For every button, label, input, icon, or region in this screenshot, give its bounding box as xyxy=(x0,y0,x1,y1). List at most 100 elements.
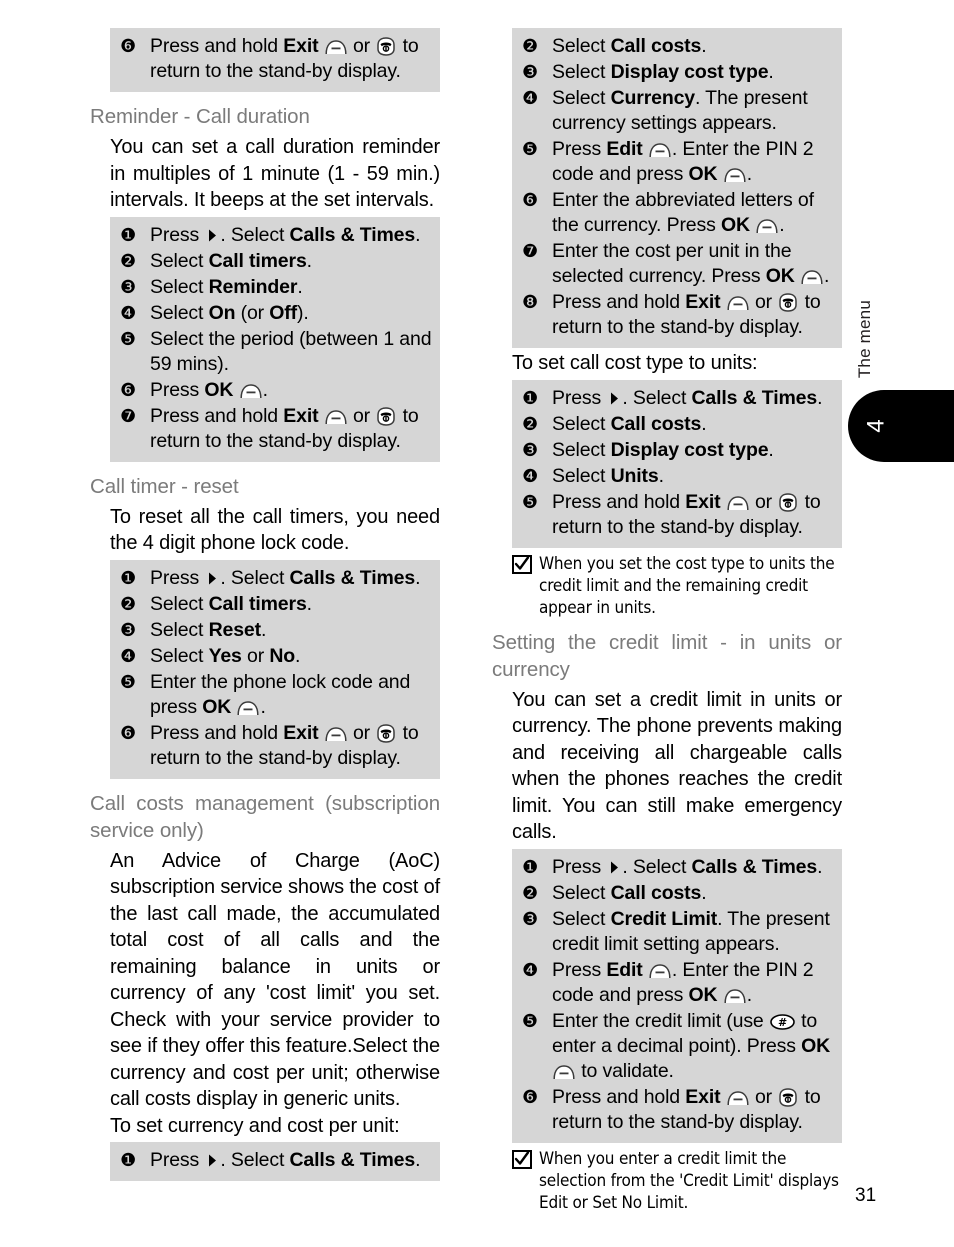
step-number-icon: ❸ xyxy=(522,62,538,83)
hash-key-icon: # xyxy=(770,1012,795,1030)
step-item: ❺ Press and hold Exit or to return to the… xyxy=(520,490,834,540)
step-number-icon: ❶ xyxy=(120,567,136,589)
step-number-icon: ❻ xyxy=(522,1086,538,1108)
step-number-icon: ❷ xyxy=(120,593,136,615)
step-item: ❺ Press Edit . Enter the PIN 2 code and p… xyxy=(520,137,834,187)
step-text: Select Display cost type. xyxy=(552,438,774,461)
step-item: ❹ Select On (or Off). xyxy=(118,301,432,326)
softkey-icon xyxy=(325,724,347,741)
step-number-icon: ❷ xyxy=(522,36,538,57)
step-text: Select Reminder. xyxy=(150,275,303,298)
step-item: ❸ Select Credit Limit. The present credit… xyxy=(520,907,834,957)
step-item: ❸ Select Reset. xyxy=(118,618,432,643)
step-text: Press and hold Exit or to return to the … xyxy=(552,490,821,538)
step-list-credit-limit: ❶ Press . Select Calls & Times. ❷ Select Ca… xyxy=(512,848,842,1143)
step-text: Press . Select Calls & Times. xyxy=(150,223,421,246)
step-item: ❻ Enter the abbreviated letters of the cu… xyxy=(520,188,834,238)
note-units: When you set the cost type to units the … xyxy=(512,553,842,619)
step-item: ❶ Press . Select Calls & Times. xyxy=(118,566,432,591)
step-text: Press and hold Exit or to return to the … xyxy=(552,291,821,338)
step-number-icon: ❸ xyxy=(522,908,538,930)
step-text: Press and hold Exit or to return to the … xyxy=(150,721,419,769)
step-list-units: ❶ Press . Select Calls & Times. ❷ Select Ca… xyxy=(512,379,842,548)
step-text: Select Call timers. xyxy=(150,249,312,272)
softkey-icon xyxy=(240,381,262,398)
step-text: Press and hold Exit or to return to the … xyxy=(150,404,419,452)
step-text: Enter the abbreviated letters of the cur… xyxy=(552,189,814,236)
step-number-icon: ❹ xyxy=(522,959,538,981)
step-text: Select Call costs. xyxy=(552,881,707,904)
step-text: Select Reset. xyxy=(150,618,267,641)
step-item: ❹ Select Currency. The present currency s… xyxy=(520,86,834,136)
softkey-icon xyxy=(325,37,347,55)
step-list: ❶ Press . Select Calls & Times. ❷ Select Ca… xyxy=(110,216,440,462)
section-paragraph: An Advice of Charge (AoC) subscription s… xyxy=(110,849,441,1111)
step-item: ❷ Select Call timers. xyxy=(118,592,432,617)
step-item: ❺ Enter the phone lock code and press OK … xyxy=(118,670,432,720)
step-number-icon: ❻ xyxy=(522,190,538,211)
right-arrow-key-icon xyxy=(207,1150,218,1167)
step-number-icon: ❶ xyxy=(120,1150,136,1171)
softkey-icon xyxy=(801,267,823,285)
step-item: ❹ Select Units. xyxy=(520,464,834,489)
step-number-icon: ❷ xyxy=(120,250,136,272)
step-text: Press . Select Calls & Times. xyxy=(552,855,823,878)
step-number-icon: ❺ xyxy=(120,328,136,350)
step-text: Press Edit . Enter the PIN 2 code and pr… xyxy=(552,958,814,1006)
section-call-timer-reset: Call timer - reset To reset all the call… xyxy=(88,473,440,779)
section-heading: Call timer - reset xyxy=(90,474,239,498)
softkey-icon xyxy=(237,698,259,715)
softkey-icon xyxy=(756,216,778,234)
step-item: ❻ Press OK . xyxy=(118,378,432,403)
end-call-key-icon xyxy=(376,723,396,743)
step-text: Select Display cost type. xyxy=(552,61,774,83)
step-item: ❹ Select Yes or No. xyxy=(118,644,432,669)
step-item: ❺ Select the period (between 1 and 59 min… xyxy=(118,327,432,377)
note-text: When you set the cost type to units the … xyxy=(539,553,835,618)
step-text: Select Units. xyxy=(552,464,664,487)
step-number-icon: ❺ xyxy=(522,139,538,160)
step-number-icon: ❽ xyxy=(522,292,538,313)
step-text: Press . Select Calls & Times. xyxy=(150,566,421,589)
chapter-tab-number: 4 xyxy=(862,419,890,433)
step-text: Select Credit Limit. The present credit … xyxy=(552,907,830,955)
step-item: ❻ Press and hold Exit or to return to the… xyxy=(520,1085,834,1135)
softkey-icon xyxy=(325,407,347,424)
step-text: Select Call timers. xyxy=(150,592,312,615)
section-paragraph: You can set a credit limit in units or c… xyxy=(512,688,842,844)
step-item: ❸ Select Display cost type. xyxy=(520,60,834,85)
end-call-key-icon xyxy=(778,293,798,312)
step-item: ❷ Select Call costs. xyxy=(520,881,834,906)
softkey-icon xyxy=(724,986,746,1003)
softkey-icon xyxy=(727,493,749,510)
step-list: ❶ Press . Select Calls & Times. ❷ Select Ca… xyxy=(110,559,440,779)
step-number-icon: ❸ xyxy=(522,439,538,461)
left-column: ❻ Press and hold Exit or to return to the… xyxy=(88,28,440,1181)
step-item: ❼ Press and hold Exit or to return to the… xyxy=(118,404,432,454)
steps-continued-from-previous-page: ❻ Press and hold Exit or to return to the… xyxy=(110,28,440,92)
end-call-key-icon xyxy=(376,37,396,56)
softkey-icon xyxy=(553,1062,575,1079)
section-reminder-call-duration: Reminder - Call duration You can set a c… xyxy=(88,103,440,462)
step-item: ❸ Select Display cost type. xyxy=(520,438,834,463)
page-number: 31 xyxy=(855,1185,877,1206)
checkmark-icon xyxy=(512,1149,532,1175)
step-number-icon: ❶ xyxy=(522,856,538,878)
note-credit-limit: When you enter a credit limit the select… xyxy=(512,1148,842,1214)
right-arrow-key-icon xyxy=(207,225,218,241)
step-text: Press Edit . Enter the PIN 2 code and pr… xyxy=(552,138,814,185)
step-number-icon: ❼ xyxy=(120,405,136,427)
section-paragraph: To reset all the call timers, you need t… xyxy=(110,505,440,555)
step-item: ❽ Press and hold Exit or to return to the… xyxy=(520,290,834,340)
step-text: Press and hold Exit or to return to the … xyxy=(552,1085,821,1133)
step-text: Select On (or Off). xyxy=(150,301,309,324)
step-number-icon: ❷ xyxy=(522,413,538,435)
step-item: ❺ Enter the credit limit (use # to enter … xyxy=(520,1009,834,1084)
step-item: ❶ Press . Select Calls & Times. xyxy=(118,223,432,248)
step-item: ❶ Press . Select Calls & Times. xyxy=(520,386,834,411)
softkey-icon xyxy=(649,961,671,978)
step-text: Select Yes or No. xyxy=(150,644,301,667)
right-arrow-key-icon xyxy=(207,568,218,584)
step-item: ❷ Select Call costs. xyxy=(520,34,834,59)
step-item: ❷ Select Call timers. xyxy=(118,249,432,274)
